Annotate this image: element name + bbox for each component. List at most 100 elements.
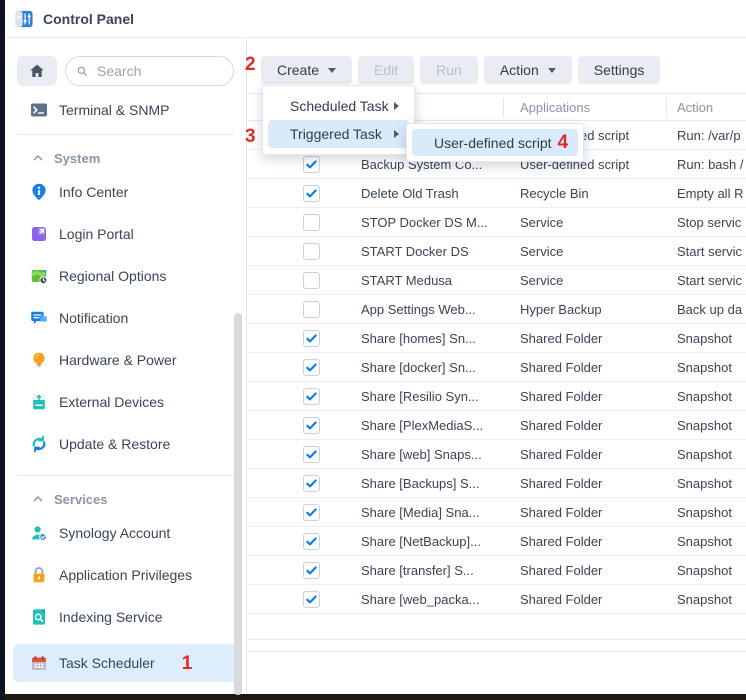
button-label: Run	[436, 62, 462, 78]
checkbox-checked[interactable]	[303, 185, 320, 202]
application-cell: Shared Folder	[520, 389, 677, 404]
column-separator	[503, 98, 504, 117]
home-button[interactable]	[17, 56, 57, 86]
submenu-arrow-icon	[394, 130, 399, 138]
checkbox-checked[interactable]	[303, 562, 320, 579]
application-cell: Shared Folder	[520, 592, 677, 607]
checkbox-checked[interactable]	[303, 156, 320, 173]
task-name-cell: START Docker DS	[361, 244, 520, 259]
sidebar-item-application-privileges[interactable]: Application Privileges	[5, 554, 246, 596]
checkbox-checked[interactable]	[303, 417, 320, 434]
sidebar-item-label: Update & Restore	[59, 436, 170, 452]
action-cell: Snapshot	[677, 563, 746, 578]
checkbox-unchecked[interactable]	[303, 214, 320, 231]
menu-item-user-defined-script[interactable]: User-defined script 4	[412, 129, 578, 156]
application-cell: Shared Folder	[520, 360, 677, 375]
table-row[interactable]: Share [PlexMediaS...Shared FolderSnapsho…	[248, 411, 746, 440]
sidebar-item-task-scheduler[interactable]: Task Scheduler1	[13, 644, 238, 682]
chevron-up-icon	[32, 493, 44, 505]
triggered-task-submenu: User-defined script 4	[406, 123, 584, 162]
table-row[interactable]: Share [Resilio Syn...Shared FolderSnapsh…	[248, 382, 746, 411]
checkbox-checked[interactable]	[303, 359, 320, 376]
sidebar-item-label: Task Scheduler	[59, 655, 155, 671]
notification-icon	[30, 309, 48, 327]
sidebar-item-terminal-snmp[interactable]: Terminal & SNMP	[5, 96, 246, 124]
menu-item-triggered-task[interactable]: Triggered Task	[268, 120, 409, 148]
indexing-service-icon	[30, 608, 48, 626]
checkbox-unchecked[interactable]	[303, 272, 320, 289]
create-button[interactable]: Create	[261, 56, 352, 84]
application-cell: Shared Folder	[520, 476, 677, 491]
sidebar-item-info-center[interactable]: Info Center	[5, 171, 246, 213]
action-cell: Start servic	[677, 273, 746, 288]
column-header-action[interactable]: Action	[677, 94, 713, 121]
sidebar-item-indexing-service[interactable]: Indexing Service	[5, 596, 246, 638]
application-cell: Shared Folder	[520, 505, 677, 520]
menu-item-scheduled-task[interactable]: Scheduled Task	[268, 92, 409, 120]
edit-button: Edit	[358, 56, 414, 84]
checkbox-unchecked[interactable]	[303, 243, 320, 260]
checkbox-checked[interactable]	[303, 330, 320, 347]
sidebar-section-services[interactable]: Services	[5, 486, 246, 512]
task-name-cell: Share [Media] Sna...	[361, 505, 520, 520]
sidebar-item-external-devices[interactable]: External Devices	[5, 381, 246, 423]
search-box[interactable]	[65, 56, 234, 86]
table-row[interactable]: Share [Media] Sna...Shared FolderSnapsho…	[248, 498, 746, 527]
checkbox-cell	[248, 272, 361, 289]
table-row[interactable]: Share [web] Snaps...Shared FolderSnapsho…	[248, 440, 746, 469]
checkbox-cell	[248, 359, 361, 376]
sidebar-scrollbar[interactable]	[234, 313, 242, 695]
checkbox-checked[interactable]	[303, 475, 320, 492]
task-name-cell: Share [transfer] S...	[361, 563, 520, 578]
control-panel-icon	[15, 10, 33, 28]
checkbox-checked[interactable]	[303, 504, 320, 521]
table-row[interactable]: Share [transfer] S...Shared FolderSnapsh…	[248, 556, 746, 585]
table-row[interactable]: Share [NetBackup]...Shared FolderSnapsho…	[248, 527, 746, 556]
task-name-cell: Share [web_packa...	[361, 592, 520, 607]
checkbox-checked[interactable]	[303, 591, 320, 608]
task-scheduler-icon	[30, 654, 48, 672]
button-label: Action	[500, 62, 539, 78]
submenu-arrow-icon	[394, 102, 399, 110]
action-cell: Snapshot	[677, 534, 746, 549]
sidebar-item-login-portal[interactable]: Login Portal	[5, 213, 246, 255]
update-restore-icon	[30, 435, 48, 453]
checkbox-unchecked[interactable]	[303, 301, 320, 318]
table-row[interactable]: STOP Docker DS M...ServiceStop servic	[248, 208, 746, 237]
checkbox-checked[interactable]	[303, 388, 320, 405]
table-row[interactable]: Delete Old TrashRecycle BinEmpty all R	[248, 179, 746, 208]
login-portal-icon	[30, 225, 48, 243]
settings-button[interactable]: Settings	[578, 56, 661, 84]
action-cell: Snapshot	[677, 447, 746, 462]
search-input[interactable]	[95, 62, 223, 80]
table-row[interactable]: Share [Backups] S...Shared FolderSnapsho…	[248, 469, 746, 498]
column-header-applications[interactable]: Applications	[520, 94, 590, 121]
checkbox-checked[interactable]	[303, 446, 320, 463]
sidebar-item-label: External Devices	[59, 394, 164, 410]
search-icon	[76, 65, 88, 77]
task-name-cell: Delete Old Trash	[361, 186, 520, 201]
sidebar-item-hardware-power[interactable]: Hardware & Power	[5, 339, 246, 381]
table-row[interactable]: Share [docker] Sn...Shared FolderSnapsho…	[248, 353, 746, 382]
table-row[interactable]: App Settings Web...Hyper BackupBack up d…	[248, 295, 746, 324]
action-cell: Snapshot	[677, 592, 746, 607]
task-name-cell: STOP Docker DS M...	[361, 215, 520, 230]
table-row[interactable]: START Docker DSServiceStart servic	[248, 237, 746, 266]
checkbox-checked[interactable]	[303, 533, 320, 550]
sidebar-item-synology-account[interactable]: Synology Account	[5, 512, 246, 554]
table-row[interactable]: START MedusaServiceStart servic	[248, 266, 746, 295]
application-cell: Shared Folder	[520, 534, 677, 549]
sidebar-item-regional-options[interactable]: Regional Options	[5, 255, 246, 297]
table-row[interactable]: Share [homes] Sn...Shared FolderSnapshot	[248, 324, 746, 353]
sidebar-item-update-restore[interactable]: Update & Restore	[5, 423, 246, 465]
sidebar-divider	[17, 134, 234, 135]
action-button[interactable]: Action	[484, 56, 572, 84]
table-row[interactable]: Share [web_packa...Shared FolderSnapshot	[248, 585, 746, 614]
sidebar-section-system[interactable]: System	[5, 145, 246, 171]
sidebar-item-label: Synology Account	[59, 525, 170, 541]
sidebar-item-label: Regional Options	[59, 268, 166, 284]
external-devices-icon	[30, 393, 48, 411]
application-cell: Shared Folder	[520, 331, 677, 346]
checkbox-cell	[248, 417, 361, 434]
sidebar-item-notification[interactable]: Notification	[5, 297, 246, 339]
